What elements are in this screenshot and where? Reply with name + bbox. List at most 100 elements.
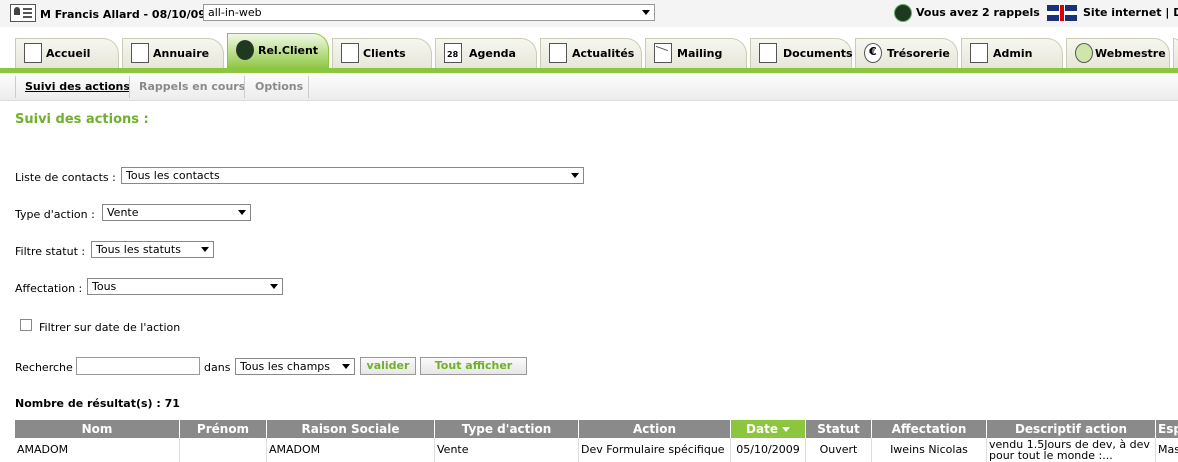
user-card-icon xyxy=(10,4,36,22)
date-filter-label: Filtrer sur date de l'action xyxy=(39,321,181,334)
affectation-select[interactable]: Tous xyxy=(87,278,283,295)
cell-action: Dev Formulaire spécifique xyxy=(579,438,731,462)
table-header: Nom Prénom Raison Sociale Type d'action … xyxy=(15,420,1178,438)
champs-select-value: Tous les champs xyxy=(240,360,331,373)
tab-overflow[interactable] xyxy=(1173,38,1178,68)
col-statut[interactable]: Statut xyxy=(806,420,872,438)
statut-label: Filtre statut : xyxy=(15,245,86,258)
book-icon xyxy=(131,43,149,63)
cell-statut: Ouvert xyxy=(806,438,872,462)
table-row[interactable]: AMADOM AMADOM Vente Dev Formulaire spéci… xyxy=(15,438,1178,462)
divider xyxy=(308,76,309,98)
subnav-rappels-en-cours[interactable]: Rappels en cours xyxy=(139,80,245,93)
chevron-down-icon xyxy=(342,364,350,369)
tab-annuaire[interactable]: Annuaire xyxy=(122,38,224,68)
tab-admin[interactable]: Admin xyxy=(961,38,1063,68)
globe-icon xyxy=(1075,43,1093,63)
col-date-label: Date xyxy=(746,422,778,436)
contacts-label: Liste de contacts : xyxy=(15,171,116,184)
user-label: M Francis Allard - 08/10/09 xyxy=(40,8,206,21)
uk-flag-icon[interactable] xyxy=(1047,5,1077,21)
headset-icon xyxy=(236,40,254,60)
site-select-value: all-in-web xyxy=(208,6,262,19)
col-descriptif[interactable]: Descriptif action xyxy=(987,420,1156,438)
tab-webmestre[interactable]: Webmestre xyxy=(1066,38,1170,68)
subnav-suivi-actions[interactable]: Suivi des actions xyxy=(25,80,130,93)
type-action-select-value: Vente xyxy=(107,206,139,219)
chevron-down-icon xyxy=(642,10,650,15)
divider xyxy=(244,76,245,98)
tout-afficher-button[interactable]: Tout afficher xyxy=(420,357,527,375)
tab-label: Webmestre xyxy=(1095,47,1166,60)
tab-clients[interactable]: Clients xyxy=(332,38,432,68)
col-affectation[interactable]: Affectation xyxy=(872,420,987,438)
site-internet-link[interactable]: Site internet | Dé xyxy=(1083,6,1178,19)
news-icon xyxy=(549,43,567,63)
tab-label: Accueil xyxy=(46,47,91,60)
date-filter-checkbox[interactable] xyxy=(20,319,32,331)
sort-down-icon xyxy=(781,427,790,432)
cell-prenom xyxy=(180,438,267,462)
tab-label: Clients xyxy=(363,47,406,60)
tab-rel-client[interactable]: Rel.Client xyxy=(227,33,329,69)
main-tabs: Accueil Annuaire Rel.Client Clients Agen… xyxy=(0,27,1178,73)
mail-icon xyxy=(654,43,672,63)
top-bar: M Francis Allard - 08/10/09 all-in-web V… xyxy=(0,0,1178,28)
divider xyxy=(129,76,130,98)
cell-affectation: Iweins Nicolas xyxy=(872,438,987,462)
col-prenom[interactable]: Prénom xyxy=(180,420,267,438)
tab-label: Admin xyxy=(993,47,1033,60)
col-type-action[interactable]: Type d'action xyxy=(435,420,579,438)
calendar-icon xyxy=(444,43,462,63)
affectation-label: Affectation : xyxy=(15,282,83,295)
col-action[interactable]: Action xyxy=(579,420,731,438)
col-date[interactable]: Date xyxy=(731,420,806,438)
cell-raison-sociale: AMADOM xyxy=(267,438,435,462)
cell-esp: Mas xyxy=(1158,443,1178,456)
tab-actualites[interactable]: Actualités xyxy=(540,38,642,68)
rappels-link[interactable]: Vous avez 2 rappels xyxy=(916,6,1040,19)
sub-navigation: Suivi des actions Rappels en cours Optio… xyxy=(0,73,1178,101)
recherche-label: Recherche xyxy=(15,361,73,374)
col-nom[interactable]: Nom xyxy=(15,420,180,438)
cell-type-action: Vente xyxy=(435,438,579,462)
chevron-down-icon xyxy=(201,247,209,252)
folder-icon xyxy=(759,43,777,63)
statut-select[interactable]: Tous les statuts xyxy=(91,241,214,258)
tab-accueil[interactable]: Accueil xyxy=(15,38,119,68)
headset-icon[interactable] xyxy=(894,4,912,22)
subnav-options[interactable]: Options xyxy=(255,80,303,93)
cell-nom[interactable]: AMADOM xyxy=(15,438,180,462)
chevron-down-icon xyxy=(238,210,246,215)
search-input[interactable] xyxy=(76,357,200,375)
champs-select[interactable]: Tous les champs xyxy=(235,358,355,375)
type-action-select[interactable]: Vente xyxy=(102,204,251,221)
contacts-select[interactable]: Tous les contacts xyxy=(121,167,584,184)
tab-tresorerie[interactable]: Trésorerie xyxy=(855,38,958,68)
affectation-select-value: Tous xyxy=(92,280,117,293)
chevron-down-icon xyxy=(270,284,278,289)
type-action-label: Type d'action : xyxy=(15,208,95,221)
col-raison-sociale[interactable]: Raison Sociale xyxy=(267,420,435,438)
chevron-down-icon xyxy=(571,173,579,178)
dans-label: dans xyxy=(204,361,231,374)
contacts-select-value: Tous les contacts xyxy=(126,169,220,182)
tab-documents[interactable]: Documents xyxy=(750,38,853,68)
euro-icon xyxy=(864,43,882,63)
tab-agenda[interactable]: Agenda xyxy=(435,38,537,68)
tab-label: Agenda xyxy=(469,47,516,60)
tab-label: Mailing xyxy=(677,47,723,60)
tab-label: Trésorerie xyxy=(887,47,950,60)
chart-icon xyxy=(341,43,359,63)
page-title: Suivi des actions : xyxy=(15,112,149,127)
tab-label: Annuaire xyxy=(153,47,210,60)
site-select[interactable]: all-in-web xyxy=(203,4,655,21)
col-esp[interactable]: Esp xyxy=(1156,420,1178,438)
valider-button[interactable]: valider xyxy=(360,357,416,375)
divider xyxy=(15,76,16,98)
admin-icon xyxy=(970,43,988,63)
cell-descriptif: vendu 1.5Jours de dev, à dev pour tout l… xyxy=(987,438,1156,462)
tab-mailing[interactable]: Mailing xyxy=(645,38,747,68)
tab-label: Rel.Client xyxy=(258,44,319,57)
cell-date: 05/10/2009 xyxy=(731,438,806,462)
